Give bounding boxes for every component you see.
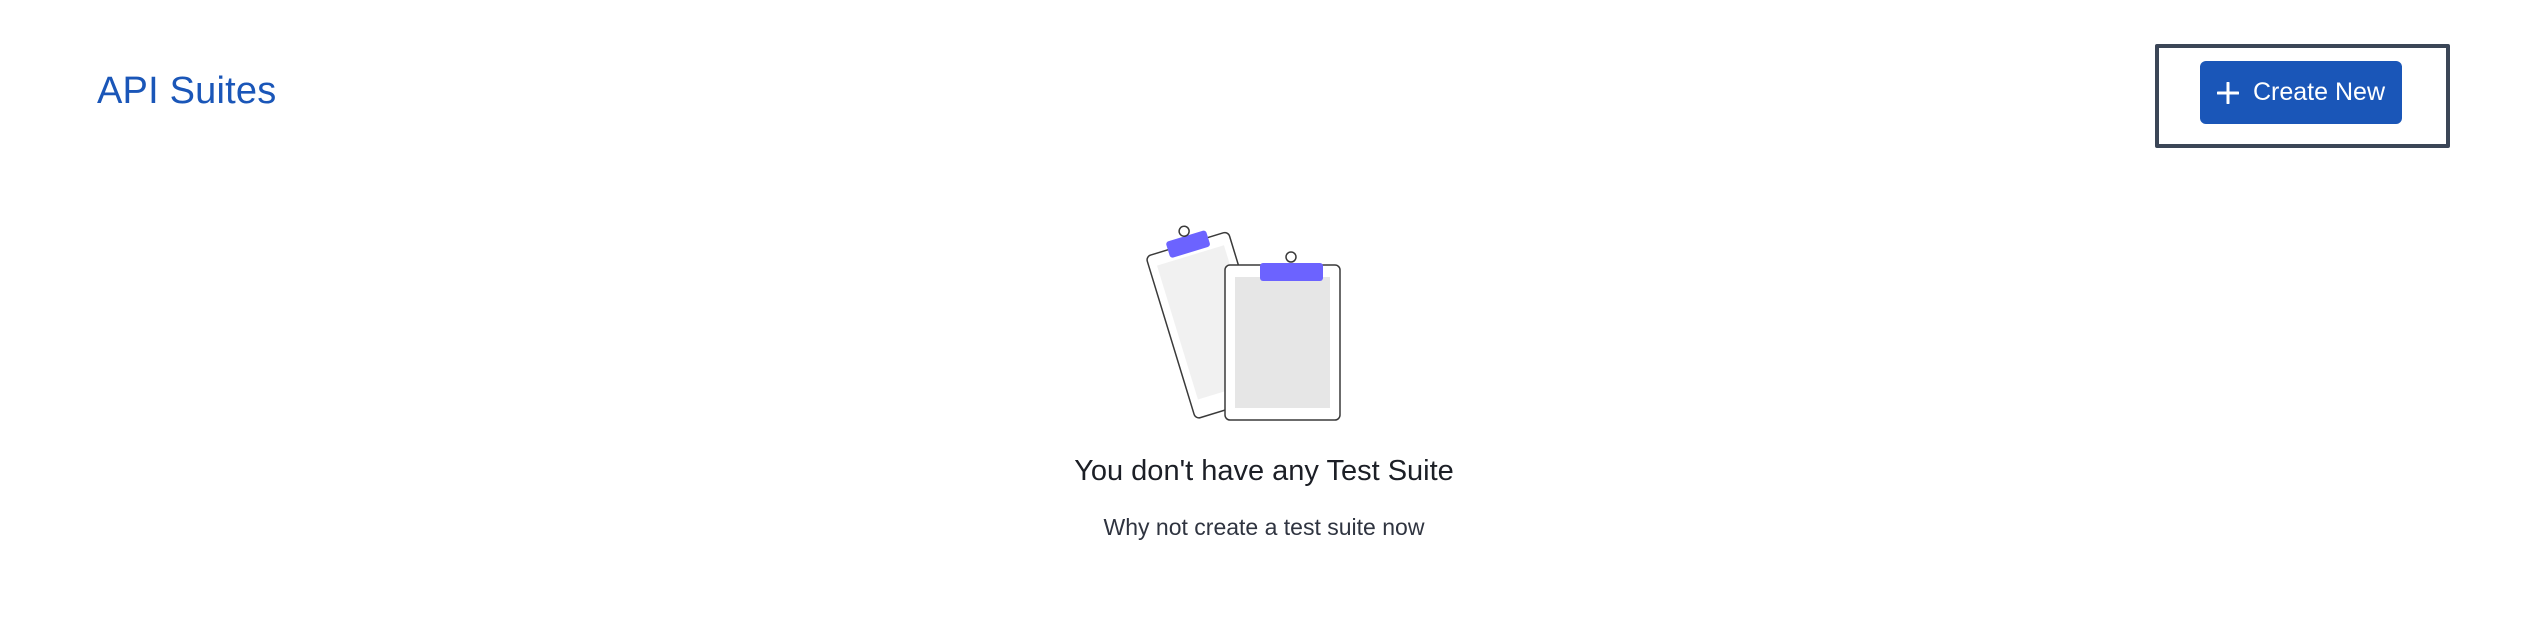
api-suites-page: API Suites Create New You don't have any…	[0, 0, 2528, 630]
clipboards-illustration	[1145, 220, 1355, 425]
empty-state-subtitle: Why not create a test suite now	[1103, 514, 1425, 540]
create-new-button[interactable]: Create New	[2200, 61, 2402, 124]
page-title: API Suites	[97, 70, 277, 112]
create-new-button-label: Create New	[2253, 78, 2385, 106]
plus-icon	[2216, 81, 2240, 104]
empty-state-title: You don't have any Test Suite	[1074, 455, 1454, 487]
